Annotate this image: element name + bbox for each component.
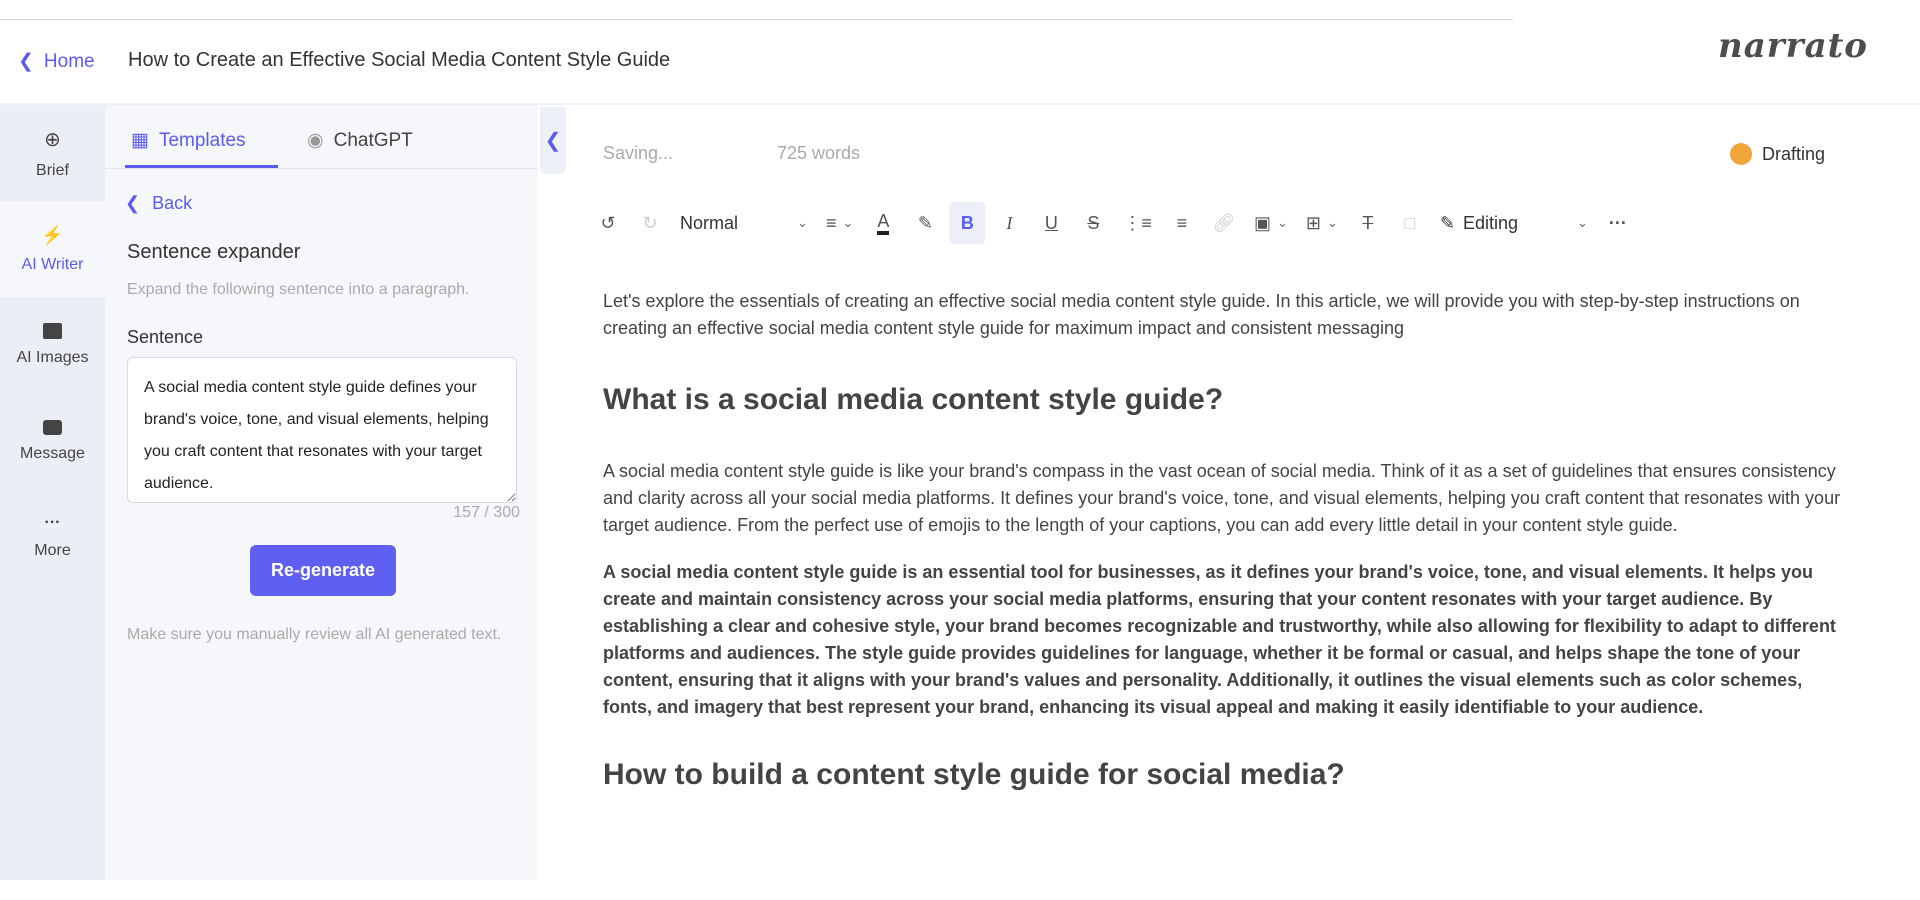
home-label: Home [43, 50, 95, 72]
template-hint: Expand the following sentence into a par… [127, 281, 470, 298]
rail-item-brief[interactable]: ⊕ Brief [0, 105, 105, 201]
rail-label: More [34, 542, 71, 559]
comment-button[interactable]: □ [1392, 202, 1428, 244]
more-options-button[interactable]: ··· [1600, 202, 1636, 244]
paragraph-style-select[interactable]: Normal ⌄ [674, 202, 814, 244]
chevron-down-icon: ⌄ [1326, 215, 1338, 230]
more-icon: ··· [44, 514, 61, 531]
document-title: How to Create an Effective Social Media … [128, 49, 671, 71]
table-icon: ⊞ [1305, 212, 1321, 233]
redo-button[interactable]: ↻ [632, 202, 668, 244]
image-dropdown[interactable]: ▣ ⌄ [1248, 202, 1294, 244]
image-icon [43, 323, 62, 339]
underline-button[interactable]: U [1033, 202, 1069, 244]
active-tab-indicator [125, 165, 278, 168]
table-dropdown[interactable]: ⊞ ⌄ [1300, 202, 1344, 244]
bold-button[interactable]: B [949, 202, 986, 244]
highlight-button[interactable]: ✎ [907, 202, 943, 244]
status-badge[interactable]: Drafting [1730, 143, 1825, 165]
editor-toolbar: ↺ ↻ Normal ⌄ ≡ ⌄ A ✎ B I U S ⋮≡ ≡ 🔗︎ ▣ ⌄ ⊞ ⌄… [590, 202, 1642, 244]
align-dropdown[interactable]: ≡ ⌄ [820, 202, 859, 244]
intro-paragraph: Let's explore the essentials of creating… [603, 291, 1800, 338]
numbered-list-button[interactable]: ≡ [1164, 202, 1200, 244]
pencil-icon: ✎ [1439, 212, 1455, 233]
sentence-label: Sentence [127, 327, 204, 347]
generated-paragraph: A social media content style guide is an… [603, 562, 1836, 717]
chevron-down-icon: ⌄ [1576, 215, 1588, 230]
chevron-left-icon: ❮ [18, 51, 34, 72]
comment-icon: □ [1404, 212, 1416, 233]
tab-divider [105, 168, 538, 169]
rail-label: AI Images [16, 349, 89, 366]
chat-bubbles-icon: ◉ [307, 130, 324, 151]
crosshair-icon: ⊕ [44, 128, 61, 151]
strikethrough-icon: S [1087, 212, 1100, 233]
rail-label: Message [20, 444, 85, 462]
link-button[interactable]: 🔗︎ [1206, 202, 1242, 244]
review-note: Make sure you manually review all AI gen… [127, 626, 502, 643]
chevron-down-icon: ⌄ [797, 215, 808, 230]
word-count: 725 words [777, 143, 861, 163]
rail-label: AI Writer [21, 255, 84, 273]
back-link[interactable]: ❮ Back [125, 193, 192, 214]
chevron-left-icon: ❮ [125, 193, 141, 213]
highlighter-icon: ✎ [917, 212, 933, 233]
redo-icon: ↻ [642, 212, 658, 233]
character-counter: 157 / 300 [453, 504, 520, 521]
underline-icon: U [1044, 212, 1058, 233]
save-status: Saving... [603, 143, 674, 163]
back-label: Back [152, 193, 193, 213]
templates-icon: ▦ [131, 130, 149, 151]
sentence-input[interactable]: A social media content style guide defin… [127, 357, 517, 503]
bullet-list-icon: ⋮≡ [1123, 212, 1152, 233]
editing-mode-select[interactable]: ✎ Editing ⌄ [1434, 202, 1594, 244]
mode-value: Editing [1462, 212, 1518, 233]
bold-icon: B [960, 212, 974, 233]
undo-icon: ↺ [600, 212, 616, 233]
paragraph: A social media content style guide is li… [603, 461, 1841, 535]
rail-item-ai-writer[interactable]: ⚡ AI Writer [0, 201, 105, 297]
style-value: Normal [680, 212, 739, 233]
align-icon: ≡ [826, 212, 837, 233]
clear-format-button[interactable]: T [1350, 202, 1386, 244]
ai-writer-panel: ▦ Templates ◉ ChatGPT ❮ Back Sentence expan… [105, 105, 538, 880]
top-divider [0, 19, 1513, 20]
tab-label: ChatGPT [333, 129, 413, 151]
editor-content[interactable]: Let's explore the essentials of creating… [603, 288, 1853, 795]
bullet-list-button[interactable]: ⋮≡ [1117, 202, 1158, 244]
heading-how-to-build: How to build a content style guide for s… [603, 758, 1345, 791]
text-color-button[interactable]: A [865, 202, 901, 244]
text-color-icon: A [877, 211, 890, 235]
rail-item-more[interactable]: ··· More [0, 489, 105, 585]
more-icon: ··· [1608, 212, 1627, 233]
regenerate-button[interactable]: Re-generate [250, 545, 396, 596]
message-icon [43, 419, 62, 435]
chevron-down-icon: ⌄ [1276, 215, 1288, 230]
clear-format-icon: T [1362, 212, 1374, 233]
tab-templates[interactable]: ▦ Templates [131, 129, 246, 152]
undo-button[interactable]: ↺ [590, 202, 626, 244]
italic-button[interactable]: I [991, 202, 1027, 244]
template-title: Sentence expander [127, 241, 301, 263]
rail-item-ai-images[interactable]: AI Images [0, 297, 105, 393]
collapse-panel-button[interactable]: ❮ [540, 107, 566, 174]
rail-item-message[interactable]: Message [0, 393, 105, 489]
heading-what-is: What is a social media content style gui… [603, 383, 1224, 416]
tab-label: Templates [158, 129, 246, 151]
chevron-down-icon: ⌄ [842, 215, 854, 230]
status-dot [1730, 143, 1752, 165]
rail-label: Brief [36, 161, 69, 179]
icon-rail: ⊕ Brief ⚡ AI Writer AI Images Message ··· M… [0, 105, 105, 880]
home-link[interactable]: ❮ Home [18, 50, 95, 73]
numbered-list-icon: ≡ [1176, 212, 1188, 233]
tab-chatgpt[interactable]: ◉ ChatGPT [307, 129, 413, 152]
image-icon: ▣ [1253, 212, 1271, 233]
lightning-icon: ⚡ [41, 224, 64, 245]
link-icon: 🔗︎ [1212, 212, 1236, 233]
narrato-logo: narrato [1718, 26, 1868, 66]
status-label: Drafting [1762, 143, 1826, 164]
italic-icon: I [1006, 212, 1013, 233]
chevron-left-icon: ❮ [544, 130, 562, 152]
strikethrough-button[interactable]: S [1075, 202, 1111, 244]
